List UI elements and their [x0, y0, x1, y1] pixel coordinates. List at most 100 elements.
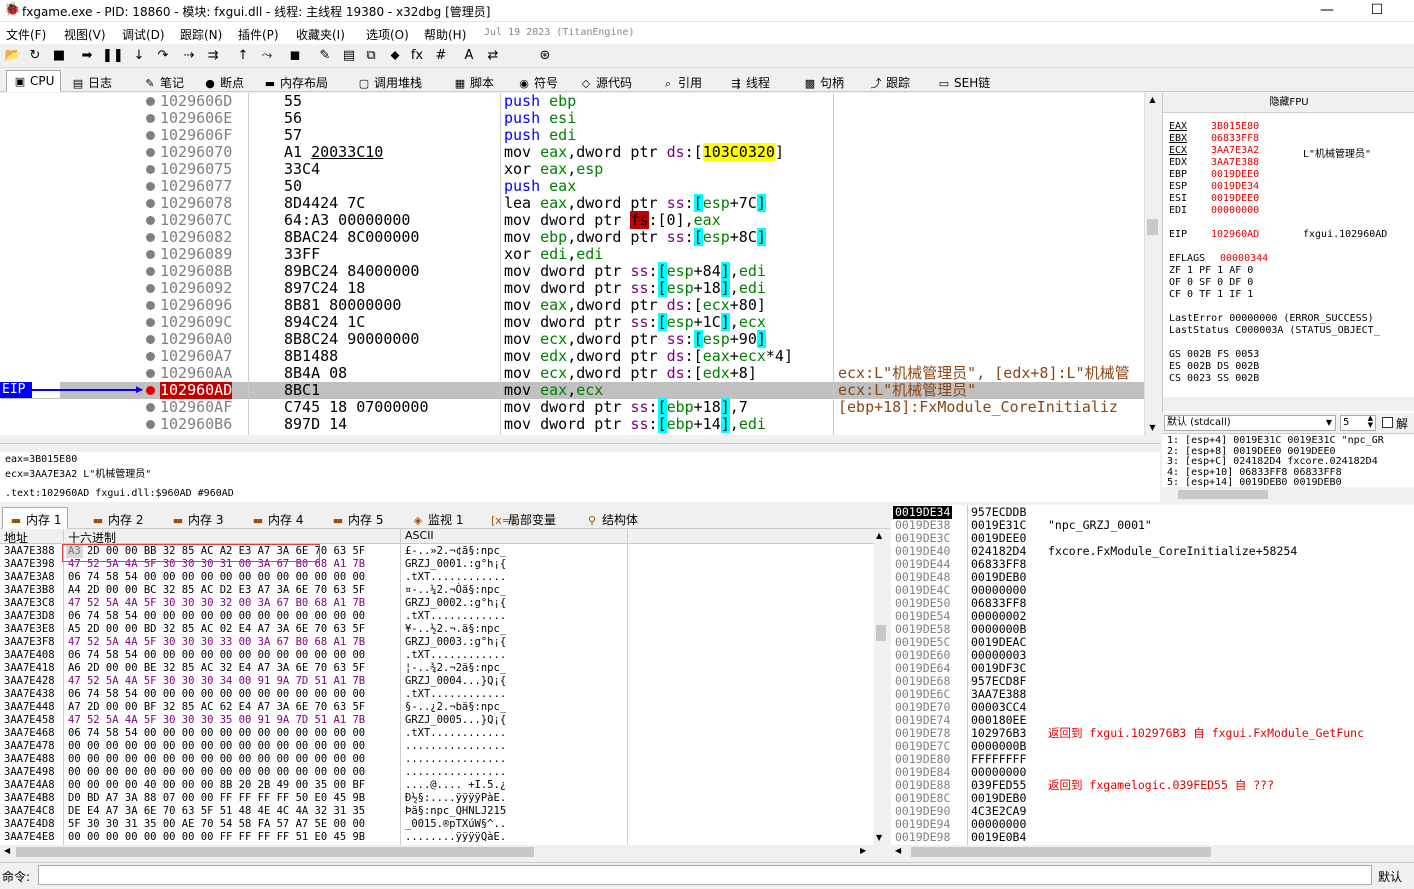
stack-hscrollbar[interactable]: ◀ [891, 845, 1414, 859]
breakpoint-marker-icon[interactable] [146, 250, 155, 259]
scroll-thumb[interactable] [911, 847, 1211, 857]
tab-seh[interactable]: ▭ SEH链 [930, 70, 997, 92]
scroll-thumb[interactable] [876, 625, 886, 641]
stack-row[interactable]: 0019DE88 039FED55 返回到 fxgamelogic.039FED55… [891, 779, 1414, 792]
tab-callstack[interactable]: ▢ 调用堆栈 [350, 70, 429, 92]
breakpoint-marker-icon[interactable] [146, 284, 155, 293]
disasm-row[interactable]: 10296096 8B81 80000000 mov eax,dword ptr d… [0, 297, 1144, 314]
register-name-edx[interactable]: EDX [1169, 157, 1187, 168]
breakpoint-marker-icon[interactable] [146, 165, 155, 174]
stack-arg-row[interactable]: 3: [esp+C] 024182D4 fxcore.024182D4 [1167, 456, 1378, 467]
disasm-row[interactable]: 102960A0 8B8C24 90000000 mov ecx,dword ptr… [0, 330, 1144, 348]
breakpoint-marker-icon[interactable] [146, 216, 155, 225]
register-name-edi[interactable]: EDI [1169, 205, 1187, 216]
register-value-edi[interactable]: 00000000 [1211, 205, 1259, 216]
tab-结构体[interactable]: ⚲ 结构体 [578, 507, 645, 529]
dump-scrollbar[interactable]: ▲ ▼ [874, 529, 888, 845]
tab-内存-1[interactable]: ▬ 内存 1 [2, 507, 69, 529]
breakpoint-marker-icon[interactable] [146, 403, 155, 412]
tab-script[interactable]: ▦ 脚本 [446, 70, 501, 92]
step-over-icon[interactable]: ↷ [154, 47, 172, 65]
disasm-row[interactable]: 102960AF C745 18 07000000 mov dword ptr ss… [0, 398, 1144, 416]
disasm-row[interactable]: 1029606F 57 push edi [0, 127, 1144, 144]
tab-内存-5[interactable]: ▬ 内存 5 [324, 507, 390, 529]
breakpoint-marker-icon[interactable] [146, 233, 155, 242]
open-icon[interactable]: 📂 [4, 47, 22, 65]
disasm-row[interactable]: 1029606D 55 push ebp [0, 93, 1144, 110]
register-value-eax[interactable]: 3B015E80 [1211, 121, 1259, 132]
tab-log[interactable]: ▤ 日志 [64, 70, 119, 92]
breakpoint-marker-icon[interactable] [146, 352, 155, 361]
register-value-edx[interactable]: 3AA7E388 [1211, 157, 1259, 168]
breakpoint-marker-icon[interactable] [146, 114, 155, 123]
register-value-ebx[interactable]: 06833FF8 [1211, 133, 1259, 144]
disasm-row[interactable]: 102960AD 8BC1 mov eax,ecx ecx:L"机械管理员" [0, 382, 1144, 399]
tab-trace[interactable]: ⤴ 跟踪 [862, 70, 917, 92]
disasm-row[interactable]: 102960AA 8B4A 08 mov ecx,dword ptr ds:[edx… [0, 365, 1144, 382]
tab-handles[interactable]: ▩ 句柄 [796, 70, 851, 92]
tab-局部变量[interactable]: [x=]局部变量 [484, 507, 563, 529]
breakpoint-marker-icon[interactable] [146, 97, 155, 106]
unlock-checkbox[interactable] [1382, 417, 1393, 428]
register-value-esi[interactable]: 0019DEE0 [1211, 193, 1259, 204]
calling-convention-select[interactable]: 默认 (stdcall) ▼ [1164, 415, 1336, 431]
register-value-ebp[interactable]: 0019DEE0 [1211, 169, 1259, 180]
register-name-eax[interactable]: EAX [1169, 121, 1187, 132]
scroll-down-icon[interactable]: ▼ [1147, 423, 1158, 432]
stack-row[interactable]: 0019DE7C 0000000B [891, 740, 1414, 753]
bookmark-icon[interactable]: ⬥ [386, 47, 404, 65]
stepper-arrows-icon[interactable]: ▲ ▼ [1368, 415, 1373, 429]
scroll-left-icon[interactable]: ◀ [895, 846, 901, 855]
stack-row[interactable]: 0019DE54 00000002 [891, 610, 1414, 623]
function-icon[interactable]: fx [408, 47, 426, 65]
tab-breakpoint[interactable]: ● 断点 [196, 70, 251, 92]
tab-symbol[interactable]: ◉ 符号 [510, 70, 565, 92]
scroll-thumb[interactable] [16, 847, 534, 857]
minimize-button[interactable]: — [1304, 0, 1350, 22]
stack-row[interactable]: 0019DE4C 00000000 [891, 584, 1414, 597]
about-icon[interactable]: ⊛ [536, 47, 554, 65]
stack-row[interactable]: 0019DE60 00000003 [891, 649, 1414, 662]
registers-hscrollbar[interactable] [1163, 397, 1414, 411]
stack-row[interactable]: 0019DE70 00003CC4 [891, 701, 1414, 714]
stack-row[interactable]: 0019DE48 0019DEB0 [891, 571, 1414, 584]
hide-fpu-button[interactable]: 隐藏FPU [1163, 93, 1414, 113]
maximize-button[interactable]: ☐ [1354, 0, 1400, 22]
stack-arg-row[interactable]: 4: [esp+10] 06833FF8 06833FF8 [1167, 467, 1342, 478]
disassembly-view[interactable]: 1029606D 55 push ebp 1029606E 56 push esi 1029… [0, 93, 1144, 435]
disasm-row[interactable]: 10296082 8BAC24 8C000000 mov ebp,dword ptr… [0, 228, 1144, 246]
disasm-row[interactable]: 102960B6 897D 14 mov dword ptr ss:[ebp+14]… [0, 415, 1144, 433]
menu-favourites[interactable]: 收藏夹(I) [296, 26, 345, 43]
stack-row[interactable]: 0019DE6C 3AA7E388 [891, 688, 1414, 701]
tab-内存-3[interactable]: ▬ 内存 3 [164, 507, 230, 529]
menu-help[interactable]: 帮助(H) [424, 26, 466, 43]
disasm-row[interactable]: 10296092 897C24 18 mov dword ptr ss:[esp+1… [0, 279, 1144, 297]
step-into-icon[interactable]: ↓ [130, 47, 148, 65]
strings-icon[interactable]: ⇄ [484, 47, 502, 65]
stop-icon[interactable]: ■ [50, 47, 68, 65]
font-icon[interactable]: A [460, 47, 478, 65]
disasm-row[interactable]: 1029607C 64:A3 00000000 mov dword ptr fs:[… [0, 211, 1144, 229]
run-icon[interactable]: ➡ [78, 47, 96, 65]
command-mode-button[interactable]: 默认 [1378, 868, 1402, 885]
stack-arg-row[interactable]: 2: [esp+8] 0019DEE0 0019DEE0 [1167, 446, 1336, 457]
tab-notes[interactable]: ✎ 笔记 [136, 70, 191, 92]
menu-file[interactable]: 文件(F) [6, 26, 46, 43]
stack-row[interactable]: 0019DE34 957ECDDB [891, 506, 1414, 519]
tab-内存-2[interactable]: ▬ 内存 2 [84, 507, 150, 529]
menu-trace[interactable]: 跟踪(N) [180, 26, 222, 43]
breakpoint-marker-icon[interactable] [146, 131, 155, 140]
stack-row[interactable]: 0019DE78 102976B3 返回到 fxgui.102976B3 自 fxg… [891, 727, 1414, 740]
register-name-esi[interactable]: ESI [1169, 193, 1187, 204]
disasm-row[interactable]: 102960A7 8B1488 mov edx,dword ptr ds:[eax+… [0, 348, 1144, 365]
trace-into-icon[interactable]: ⇢ [180, 47, 198, 65]
register-value-eip[interactable]: 102960AD [1211, 229, 1259, 240]
label-icon[interactable]: ⧉ [362, 47, 380, 65]
register-name-ecx[interactable]: ECX [1169, 145, 1187, 156]
stack-row[interactable]: 0019DE40 024182D4 fxcore.FxModule_CoreInit… [891, 545, 1414, 558]
scroll-right-icon[interactable]: ▶ [860, 846, 866, 855]
breakpoint-marker-icon[interactable] [146, 182, 155, 191]
stack-row[interactable]: 0019DE80 FFFFFFFF [891, 753, 1414, 766]
disasm-row[interactable]: 1029606E 56 push esi [0, 110, 1144, 127]
command-input[interactable] [38, 865, 1372, 885]
